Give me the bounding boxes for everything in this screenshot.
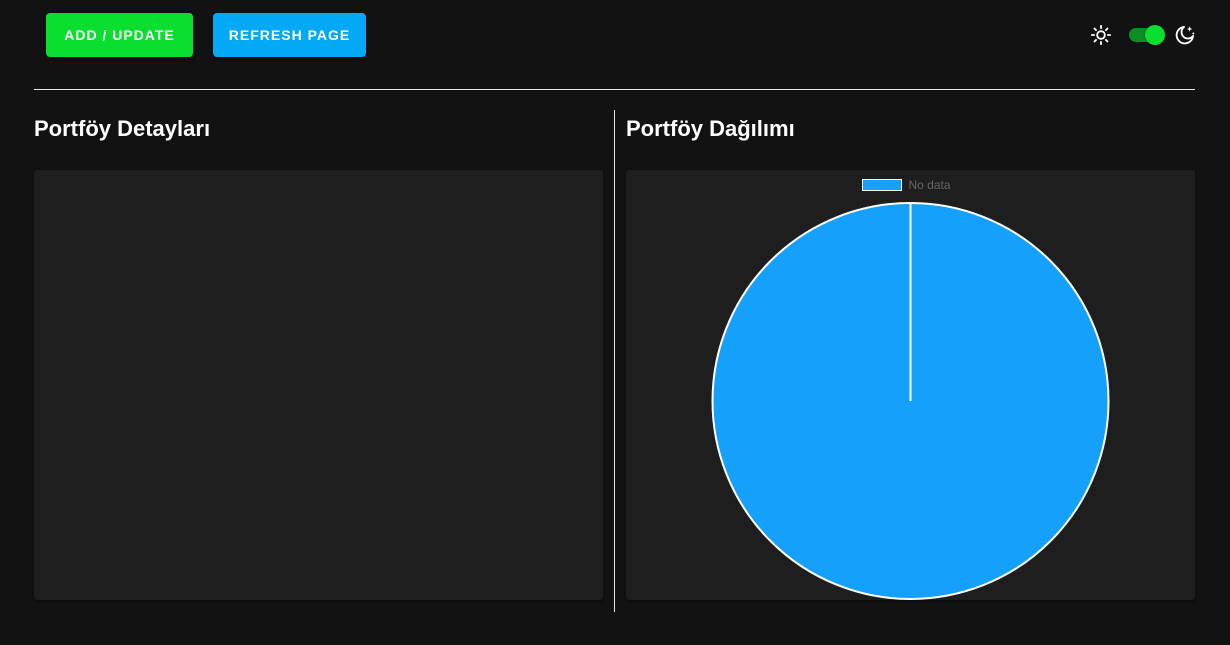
portfolio-distribution-title: Portföy Dağılımı xyxy=(626,116,795,141)
refresh-page-button[interactable]: REFRESH PAGE xyxy=(213,13,366,57)
portfolio-distribution-panel: No data xyxy=(626,170,1195,600)
add-update-button[interactable]: ADD / UPDATE xyxy=(46,13,193,57)
pie-chart xyxy=(711,202,1110,600)
portfolio-details-panel xyxy=(34,170,603,600)
sun-icon xyxy=(1090,24,1112,46)
toggle-thumb[interactable] xyxy=(1145,25,1165,45)
header-divider xyxy=(34,89,1195,90)
theme-switch xyxy=(1090,20,1196,50)
dark-mode-toggle[interactable] xyxy=(1125,23,1165,47)
portfolio-details-title: Portföy Detayları xyxy=(34,116,211,141)
pie-slices xyxy=(711,202,1110,600)
moon-icon xyxy=(1174,24,1196,46)
column-divider xyxy=(614,110,615,612)
top-toolbar: ADD / UPDATE REFRESH PAGE xyxy=(0,0,1230,70)
